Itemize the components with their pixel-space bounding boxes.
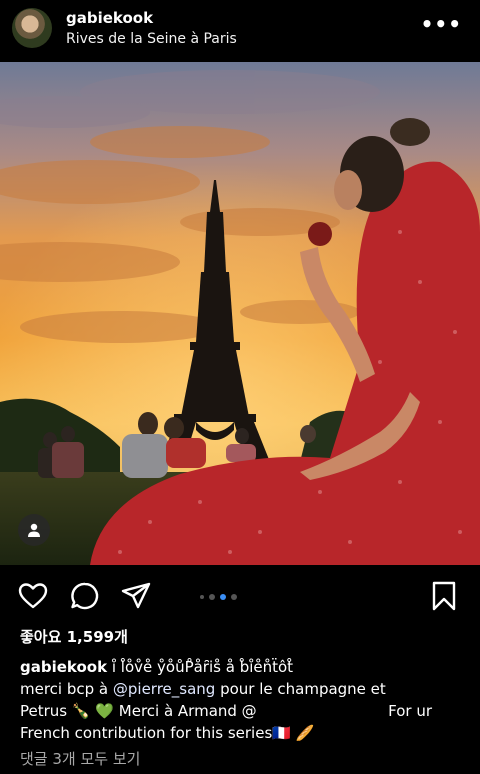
eiffel-sunset-image [0,62,480,565]
more-icon[interactable]: ••• [421,12,462,36]
view-all-comments-link[interactable]: 댓글 3개 모두 보기 [20,748,140,769]
caption-line-4: French contribution for this series🇫🇷 🥖 [20,724,315,742]
post-caption: gabiekook i̊ l̊o̊v̊e̊ ẙo̊ůP̊åȓis̊ å b̊i̊… [20,656,464,744]
post-action-bar [0,572,480,622]
caption-line-2-start: merci bcp à [20,680,113,698]
post-header: gabiekook Rives de la Seine à Paris ••• [0,0,480,60]
share-icon[interactable] [120,580,152,612]
mention-link[interactable]: @pierre_sang [113,680,215,698]
bookmark-icon[interactable] [428,580,460,612]
comment-icon[interactable] [69,580,101,612]
carousel-indicator [200,594,237,600]
caption-line-3-end: For ur [388,702,432,720]
user-tag-icon[interactable] [18,514,50,546]
caption-line-1: i̊ l̊o̊v̊e̊ ẙo̊ůP̊åȓis̊ å b̊i̊e̊n̊ẗôt̊ [111,658,294,676]
post-photo[interactable] [0,62,480,565]
heart-icon[interactable] [17,580,49,612]
avatar[interactable] [12,8,52,48]
caption-username[interactable]: gabiekook [20,658,107,676]
caption-line-2-end: pour le champagne et [215,680,386,698]
likes-count[interactable]: 좋아요 1,599개 [20,626,128,647]
post-location[interactable]: Rives de la Seine à Paris [66,31,237,47]
post-username[interactable]: gabiekook [66,9,153,27]
caption-line-3: Petrus 🍾 💚 Merci à Armand @ [20,702,257,720]
